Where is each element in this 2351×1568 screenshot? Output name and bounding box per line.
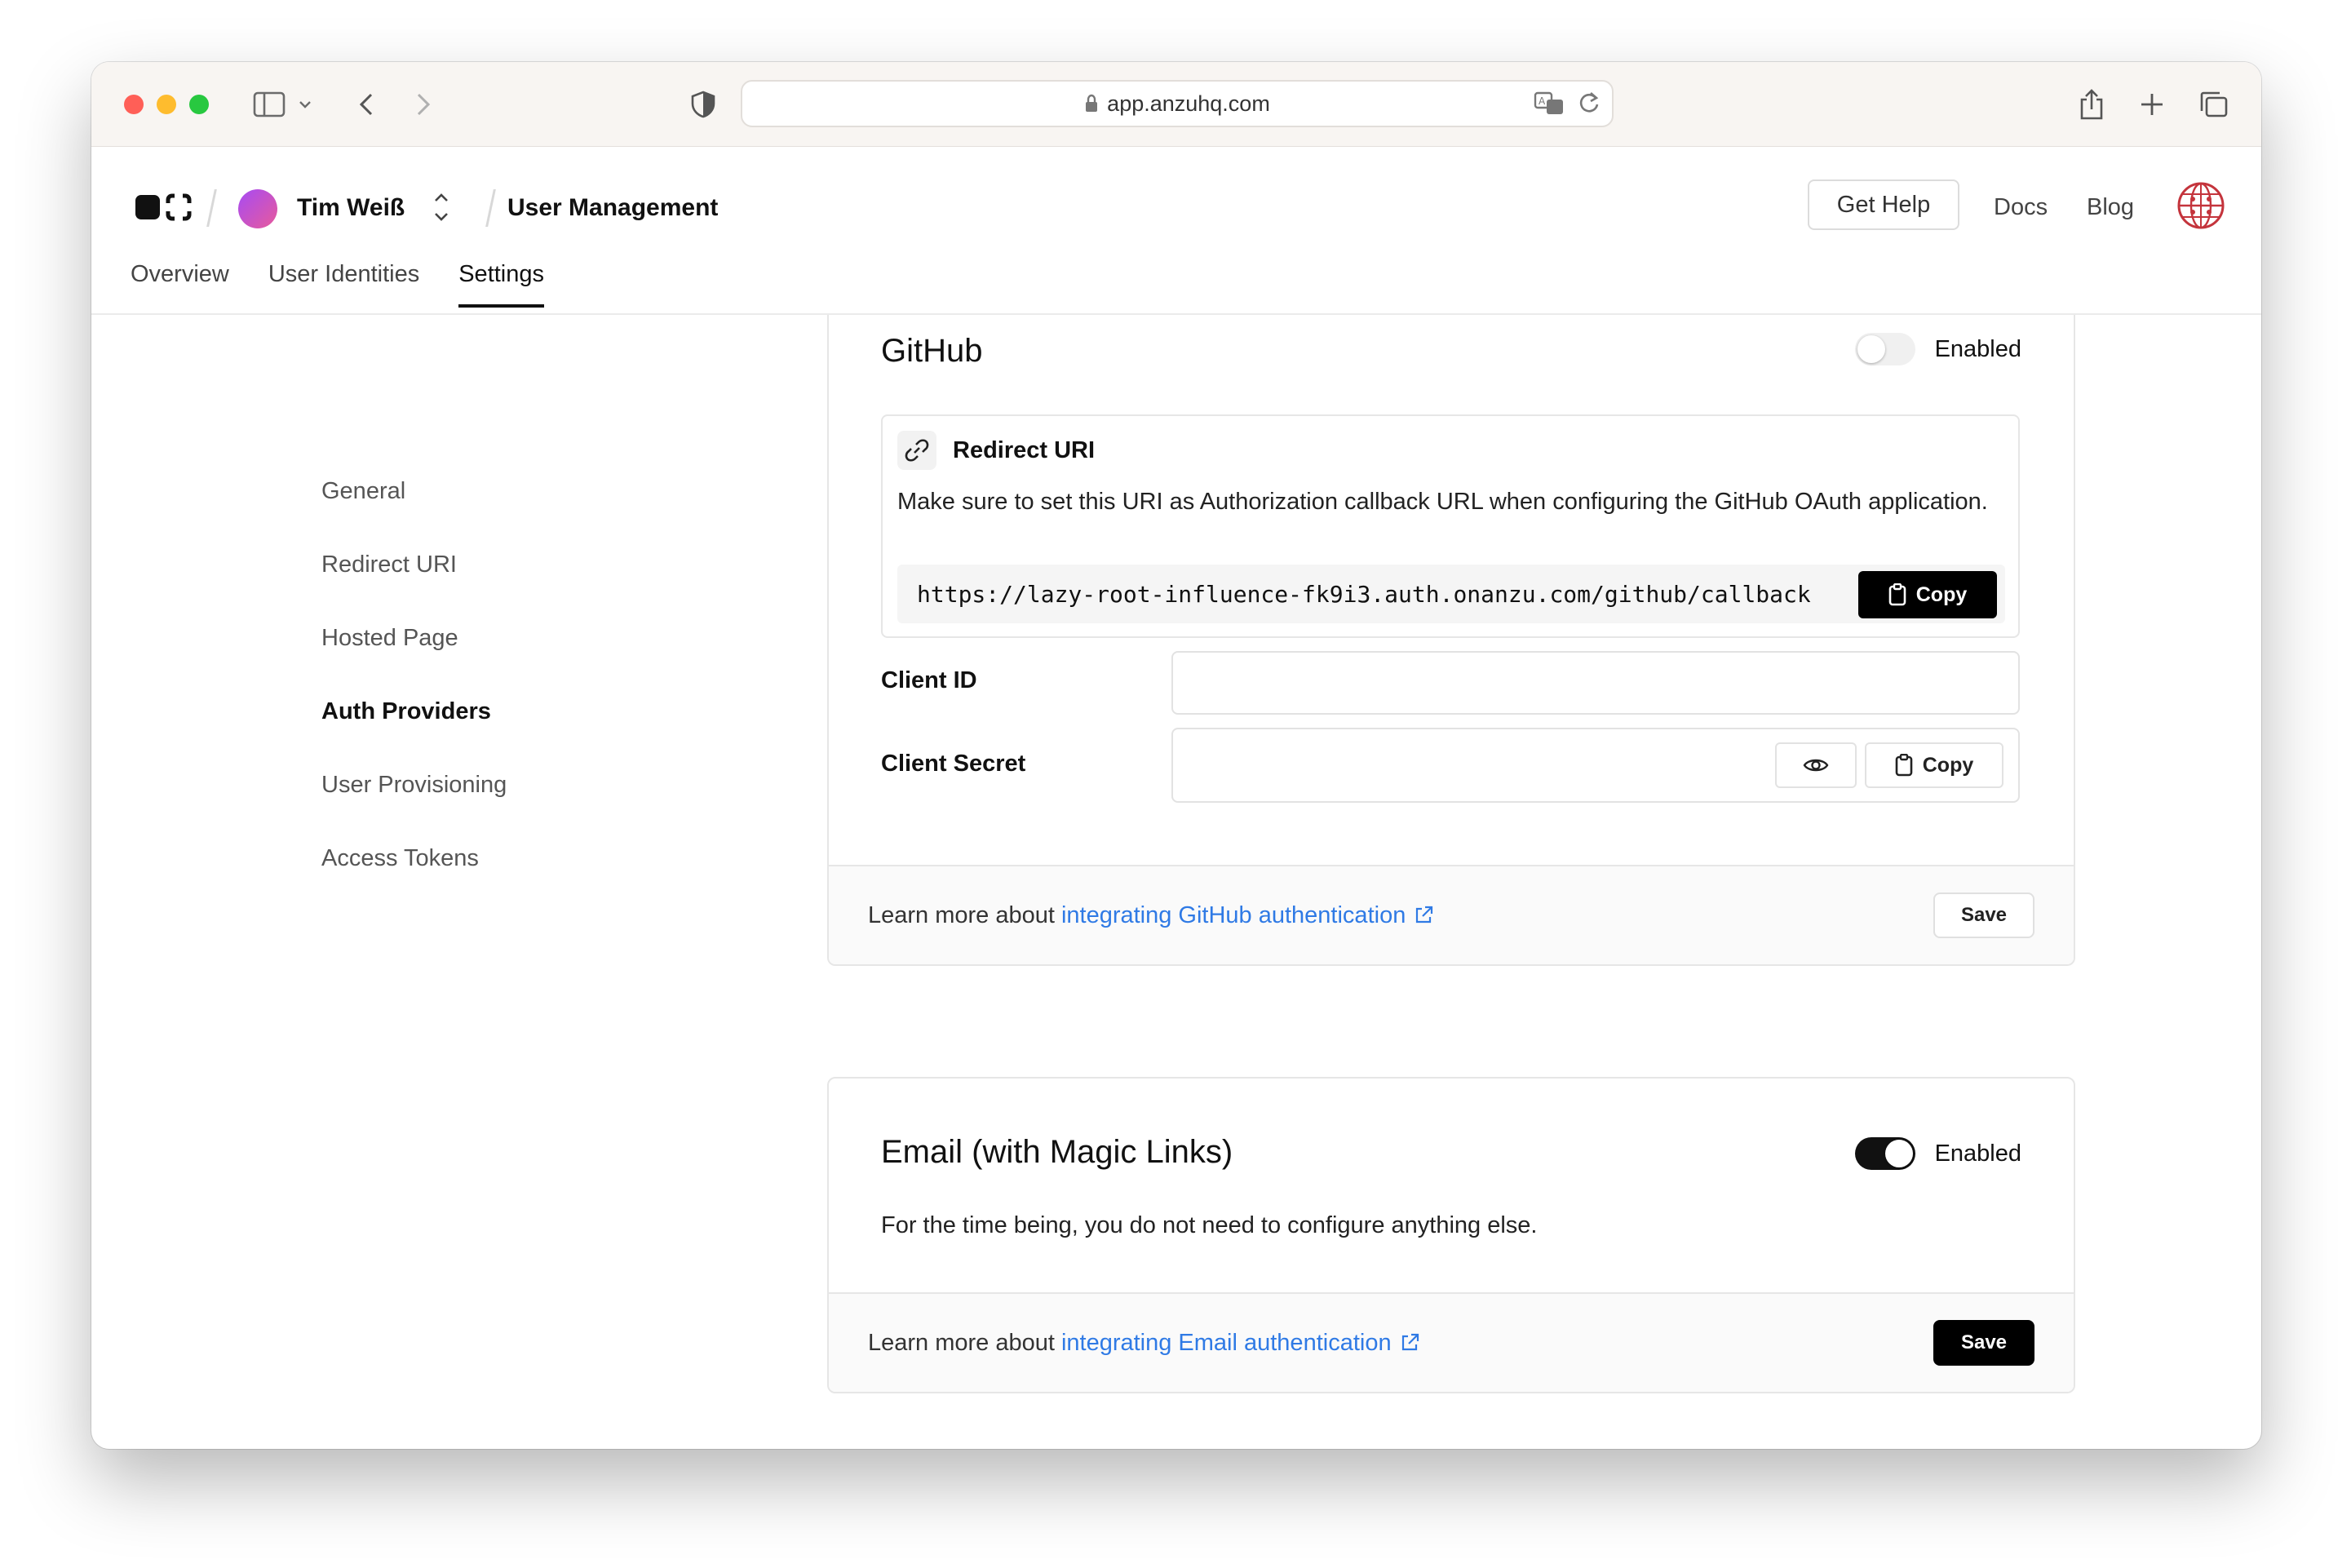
- sidenav-item-hosted-page[interactable]: Hosted Page: [321, 625, 507, 698]
- email-description: For the time being, you do not need to c…: [881, 1212, 1538, 1238]
- header-divider: [206, 189, 217, 227]
- footer-prefix: Learn more about: [868, 901, 1055, 928]
- close-window-button[interactable]: [124, 95, 144, 114]
- svg-text:A: A: [1539, 95, 1546, 107]
- tab-user-identities[interactable]: User Identities: [268, 261, 419, 308]
- sidenav-item-auth-providers[interactable]: Auth Providers: [321, 698, 507, 772]
- client-id-label: Client ID: [881, 667, 977, 693]
- browser-titlebar: app.anzuhq.com A: [91, 62, 2261, 147]
- email-save-button[interactable]: Save: [1933, 1320, 2034, 1366]
- privacy-shield-icon[interactable]: [687, 86, 719, 122]
- github-card-footer: Learn more about integrating GitHub auth…: [829, 865, 2074, 964]
- app-header: Tim Weiß User Management Get Help Docs B…: [91, 147, 2261, 315]
- maximize-window-button[interactable]: [189, 95, 209, 114]
- settings-sidenav: General Redirect URI Hosted Page Auth Pr…: [321, 478, 507, 919]
- share-icon[interactable]: [2075, 86, 2108, 122]
- avatar[interactable]: [238, 189, 277, 228]
- anzu-logo-icon[interactable]: [135, 193, 193, 221]
- redirect-uri-description: Make sure to set this URI as Authorizati…: [897, 489, 1988, 515]
- docs-link[interactable]: Docs: [1994, 194, 2048, 221]
- link-icon: [897, 431, 936, 470]
- redirect-uri-title: Redirect URI: [953, 436, 1096, 463]
- sidenav-item-access-tokens[interactable]: Access Tokens: [321, 845, 507, 919]
- github-save-button[interactable]: Save: [1933, 893, 2034, 938]
- sidenav-item-redirect-uri[interactable]: Redirect URI: [321, 551, 507, 625]
- github-docs-link-text: integrating GitHub authentication: [1060, 901, 1406, 928]
- email-provider-card: Email (with Magic Links) Enabled For the…: [827, 1077, 2075, 1393]
- account-globe-icon[interactable]: [2176, 181, 2225, 230]
- chevron-down-icon[interactable]: [295, 86, 315, 122]
- github-enabled-toggle[interactable]: [1854, 333, 1915, 365]
- redirect-uri-value[interactable]: https://lazy-root-influence-fk9i3.auth.o…: [897, 565, 2005, 623]
- new-tab-icon[interactable]: [2136, 86, 2168, 122]
- external-link-icon: [1416, 906, 1433, 924]
- github-docs-link[interactable]: integrating GitHub authentication: [1061, 902, 1433, 929]
- redirect-uri-box: Redirect URI Make sure to set this URI a…: [881, 414, 2020, 638]
- browser-window: app.anzuhq.com A Tim Weiß User Managemen…: [91, 62, 2261, 1449]
- username[interactable]: Tim Weiß: [297, 194, 405, 222]
- main-content: General Redirect URI Hosted Page Auth Pr…: [91, 315, 2261, 1449]
- blog-link[interactable]: Blog: [2087, 194, 2134, 221]
- show-secret-button[interactable]: [1775, 742, 1857, 788]
- address-url: app.anzuhq.com: [1107, 91, 1270, 116]
- github-enabled-label: Enabled: [1934, 335, 2021, 362]
- email-enabled-label: Enabled: [1934, 1140, 2021, 1167]
- reload-icon[interactable]: [1578, 90, 1601, 123]
- sidenav-item-general[interactable]: General: [321, 478, 507, 551]
- minimize-window-button[interactable]: [157, 95, 176, 114]
- clipboard-icon: [1888, 583, 1906, 606]
- toggle-knob: [1857, 335, 1885, 363]
- email-enabled-toggle-group: Enabled: [1854, 1137, 2021, 1170]
- email-enabled-toggle[interactable]: [1854, 1137, 1915, 1170]
- footer-prefix: Learn more about: [868, 1329, 1055, 1356]
- github-enabled-toggle-group: Enabled: [1854, 333, 2021, 365]
- toggle-knob: [1884, 1140, 1913, 1167]
- tab-settings[interactable]: Settings: [458, 261, 544, 308]
- lock-icon: [1084, 94, 1099, 113]
- github-card-title: GitHub: [881, 333, 983, 369]
- email-card-title: Email (with Magic Links): [881, 1134, 1233, 1170]
- copy-label: Copy: [1922, 753, 1974, 777]
- email-card-footer: Learn more about integrating Email authe…: [829, 1292, 2074, 1392]
- translate-icon[interactable]: A: [1534, 90, 1566, 123]
- forward-icon[interactable]: [411, 86, 436, 122]
- page-title: User Management: [507, 194, 719, 221]
- back-icon[interactable]: [354, 86, 379, 122]
- address-bar[interactable]: app.anzuhq.com A: [741, 80, 1614, 127]
- client-id-input[interactable]: [1171, 651, 2020, 715]
- tab-overview[interactable]: Overview: [131, 261, 229, 308]
- sidenav-item-user-provisioning[interactable]: User Provisioning: [321, 772, 507, 845]
- copy-secret-button[interactable]: Copy: [1865, 742, 2003, 788]
- sidebar-toggle-icon[interactable]: [251, 86, 287, 122]
- copy-label: Copy: [1915, 582, 1968, 606]
- header-divider: [485, 189, 496, 227]
- github-provider-card: GitHub Enabled Redirect URI Make sure to…: [827, 315, 2075, 966]
- eye-icon: [1803, 759, 1829, 772]
- redirect-uri-header: Redirect URI: [897, 431, 1095, 470]
- get-help-button[interactable]: Get Help: [1808, 179, 1959, 230]
- email-docs-link[interactable]: integrating Email authentication: [1061, 1330, 1419, 1357]
- main-tabs: Overview User Identities Settings: [131, 261, 544, 308]
- email-docs-link-text: integrating Email authentication: [1060, 1329, 1392, 1356]
- client-secret-label: Client Secret: [881, 751, 1026, 777]
- copy-redirect-uri-button[interactable]: Copy: [1858, 571, 1997, 618]
- clipboard-icon: [1895, 754, 1913, 777]
- chevron-up-down-icon[interactable]: [431, 188, 452, 231]
- external-link-icon: [1401, 1333, 1419, 1351]
- tab-overview-icon[interactable]: [2196, 86, 2232, 122]
